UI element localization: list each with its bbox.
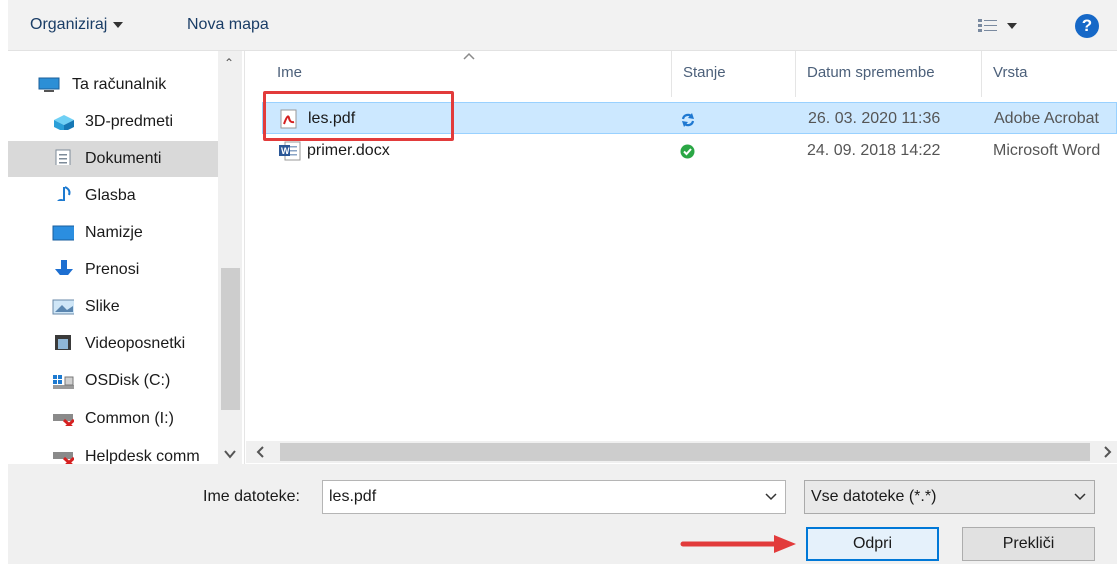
column-separator[interactable]: [671, 51, 672, 97]
nav-item-label: Videoposnetki: [85, 335, 186, 352]
highlight-box: [263, 91, 454, 141]
column-header-name[interactable]: Ime: [277, 64, 302, 81]
svg-text:W: W: [281, 146, 290, 156]
nav-item-label: Ta računalnik: [72, 76, 167, 93]
column-header-date[interactable]: Datum spremembe: [807, 64, 935, 81]
new-folder-button[interactable]: Nova mapa: [187, 13, 269, 37]
nav-item-osdisk[interactable]: OSDisk (C:): [8, 363, 218, 399]
nav-item-label: OSDisk (C:): [85, 372, 171, 389]
nav-item-helpdesk[interactable]: Helpdesk comm: [8, 439, 218, 464]
horizontal-scrollbar-thumb[interactable]: [280, 443, 1090, 461]
nav-item-downloads[interactable]: Prenosi: [8, 252, 218, 288]
word-file-icon: W: [279, 141, 301, 161]
nav-item-music[interactable]: Glasba: [8, 178, 218, 214]
open-button[interactable]: Odpri: [806, 527, 939, 561]
navigation-pane: Ta računalnik 3D-predmeti Dokumenti Glas…: [8, 51, 245, 464]
file-type: Microsoft Word: [993, 142, 1101, 159]
nav-item-label: 3D-predmeti: [85, 113, 174, 130]
filename-label: Ime datoteke:: [203, 488, 300, 505]
sort-ascending-icon: [463, 52, 475, 60]
file-type: Adobe Acrobat: [994, 110, 1099, 127]
pointer-arrow-icon: [680, 535, 796, 553]
column-header-type[interactable]: Vrsta: [993, 64, 1027, 81]
bottom-panel: [8, 464, 1117, 564]
organize-label: Organiziraj: [30, 16, 108, 33]
nav-scrollbar-thumb[interactable]: [221, 268, 240, 410]
network-drive-disconnected-icon: [53, 414, 74, 426]
videos-icon: [55, 335, 71, 350]
drive-icon: [53, 375, 74, 389]
nav-item-label: Common (I:): [85, 410, 174, 427]
nav-item-videos[interactable]: Videoposnetki: [8, 326, 218, 362]
help-icon[interactable]: ?: [1075, 14, 1099, 38]
view-options-button[interactable]: [977, 17, 1021, 35]
filename-input[interactable]: les.pdf: [322, 480, 786, 514]
available-icon: [680, 144, 695, 159]
nav-item-label: Slike: [85, 298, 120, 315]
file-type-filter-value: Vse datoteke (*.*): [811, 488, 937, 505]
scroll-up-icon[interactable]: ⌃: [224, 57, 236, 69]
chevron-down-icon: [1007, 23, 1017, 29]
file-type-filter[interactable]: Vse datoteke (*.*): [804, 480, 1095, 514]
desktop-icon: [52, 225, 74, 241]
nav-item-3d-objects[interactable]: 3D-predmeti: [8, 104, 218, 140]
chevron-down-icon[interactable]: [765, 492, 777, 502]
nav-item-pictures[interactable]: Slike: [8, 289, 218, 325]
nav-item-documents[interactable]: Dokumenti: [8, 141, 218, 177]
computer-icon: [38, 77, 60, 92]
toolbar: Organiziraj Nova mapa ?: [8, 0, 1117, 51]
scroll-left-icon[interactable]: [255, 445, 267, 459]
nav-item-label: Namizje: [85, 224, 143, 241]
file-date: 24. 09. 2018 14:22: [807, 142, 941, 159]
cancel-button[interactable]: Prekliči: [962, 527, 1095, 561]
filename-value: les.pdf: [329, 488, 377, 505]
chevron-down-icon: [113, 21, 124, 28]
nav-item-label: Helpdesk comm: [85, 448, 200, 464]
network-drive-disconnected-icon: [53, 452, 74, 464]
column-header-status[interactable]: Stanje: [683, 64, 726, 81]
nav-item-this-pc[interactable]: Ta računalnik: [8, 67, 218, 103]
organize-button[interactable]: Organiziraj: [30, 13, 124, 37]
nav-item-desktop[interactable]: Namizje: [8, 215, 218, 251]
nav-item-label: Glasba: [85, 187, 136, 204]
chevron-down-icon: [1074, 493, 1086, 501]
nav-item-label: Dokumenti: [85, 150, 162, 167]
details-view-icon: [978, 19, 997, 32]
nav-item-label: Prenosi: [85, 261, 140, 278]
nav-item-common[interactable]: Common (I:): [8, 401, 218, 437]
column-separator[interactable]: [795, 51, 796, 97]
documents-icon: [55, 149, 71, 165]
column-separator[interactable]: [981, 51, 982, 97]
scroll-down-icon[interactable]: [224, 446, 236, 459]
downloads-icon: [55, 260, 73, 275]
scroll-right-icon[interactable]: [1103, 445, 1115, 459]
music-icon: [57, 186, 71, 201]
pictures-icon: [52, 299, 74, 315]
sync-icon: [681, 113, 695, 127]
file-date: 26. 03. 2020 11:36: [808, 110, 941, 127]
3d-objects-icon: [54, 115, 74, 130]
